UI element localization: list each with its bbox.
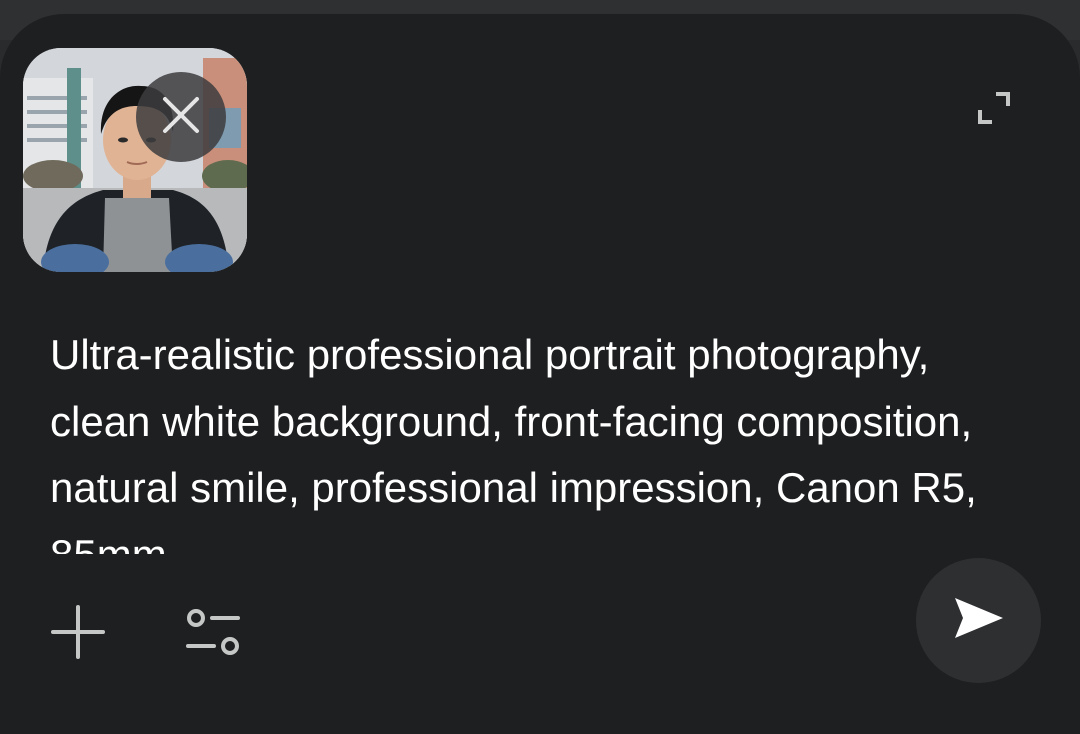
plus-icon xyxy=(51,604,105,664)
prompt-input[interactable]: Ultra-realistic professional portrait ph… xyxy=(50,322,1010,554)
add-button[interactable] xyxy=(46,602,110,666)
expand-icon xyxy=(976,90,1012,131)
send-button[interactable] xyxy=(916,558,1041,683)
close-icon xyxy=(161,95,201,140)
remove-attachment-button[interactable] xyxy=(136,72,226,162)
attachment-thumbnail[interactable] xyxy=(23,48,247,272)
prompt-composer: Ultra-realistic professional portrait ph… xyxy=(0,14,1080,734)
send-icon xyxy=(953,596,1005,645)
tune-icon xyxy=(184,608,242,661)
portrait-image xyxy=(23,48,247,272)
expand-button[interactable] xyxy=(966,82,1022,138)
tools-button[interactable] xyxy=(180,602,246,666)
